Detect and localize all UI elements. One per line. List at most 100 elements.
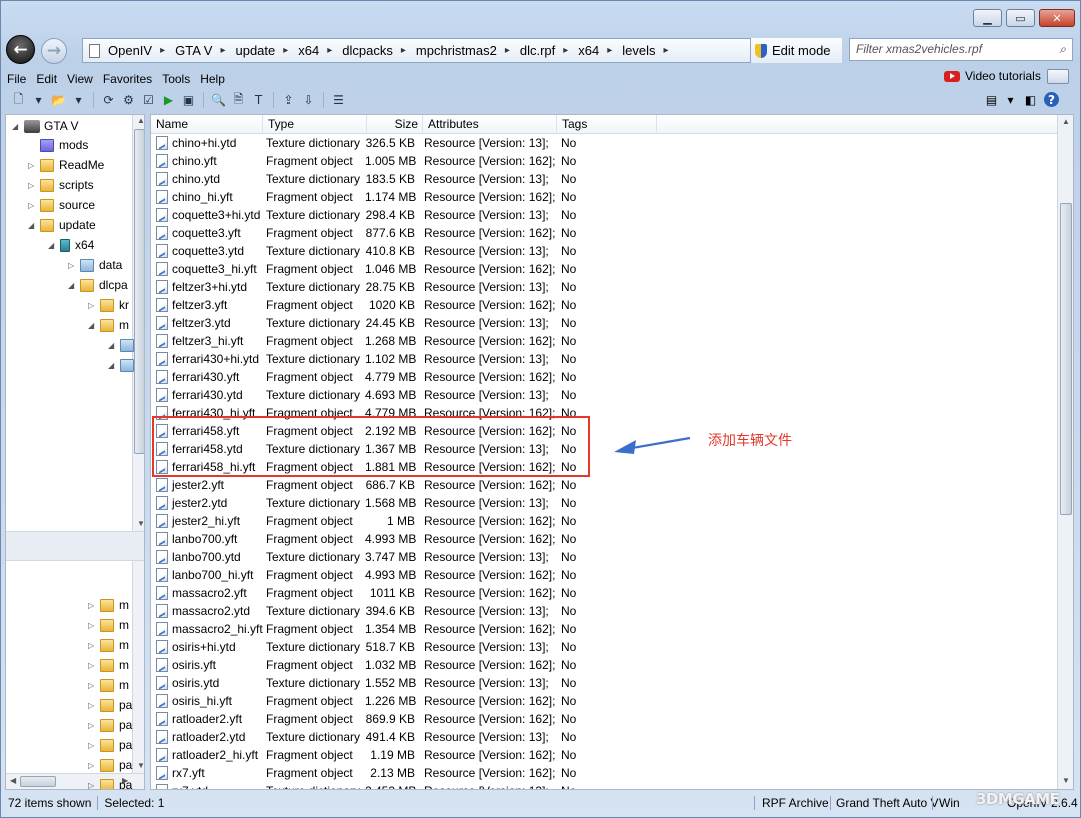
collapsed-icon[interactable]: ▷ [88, 701, 100, 710]
compact-mode-button[interactable] [1047, 69, 1069, 84]
tree-item-partial[interactable]: ◢ [108, 335, 139, 355]
column-name[interactable]: Name [151, 115, 263, 134]
table-row[interactable]: ratloader2_hi.yft Fragment object 1.19 MB R… [151, 746, 1057, 764]
tree-item[interactable]: ▷ pa [88, 715, 132, 735]
tree-item[interactable]: ▷ m [88, 655, 129, 675]
column-attributes[interactable]: Attributes [423, 115, 557, 134]
tree-item[interactable]: ▷ pa [88, 735, 132, 755]
menu-file[interactable]: File [2, 72, 31, 86]
table-row[interactable]: jester2_hi.yft Fragment object 1 MB Resourc… [151, 512, 1057, 530]
breadcrumb-chevron-icon[interactable]: ▸ [603, 45, 616, 56]
save-icon[interactable]: ▣ [180, 92, 197, 109]
filter-input[interactable]: Filter xmas2vehicles.rpf ⌕ [849, 38, 1073, 61]
expanded-icon[interactable]: ◢ [28, 221, 40, 230]
table-row[interactable]: feltzer3.ytd Texture dictionary 24.45 KB Re… [151, 314, 1057, 332]
table-row[interactable]: chino.ytd Texture dictionary 183.5 KB Resou… [151, 170, 1057, 188]
table-row[interactable]: coquette3.yft Fragment object 877.6 KB Reso… [151, 224, 1057, 242]
tree-item[interactable]: ▷ pa [88, 695, 132, 715]
breadcrumb-item[interactable]: dlcpacks [336, 43, 397, 58]
tree-item-partial[interactable]: ◢ [108, 355, 139, 375]
table-row[interactable]: feltzer3+hi.ytd Texture dictionary 28.75 K… [151, 278, 1057, 296]
tree-item[interactable]: mods [28, 135, 88, 155]
table-row[interactable]: feltzer3_hi.yft Fragment object 1.268 MB Re… [151, 332, 1057, 350]
export-icon[interactable]: ⇩ [300, 92, 317, 109]
scroll-down-icon[interactable]: ▼ [1062, 776, 1070, 785]
table-row[interactable]: chino_hi.yft Fragment object 1.174 MB Resou… [151, 188, 1057, 206]
collapsed-icon[interactable]: ▷ [68, 261, 80, 270]
list-scrollbar[interactable]: ▲ ▼ [1057, 115, 1073, 789]
text-icon[interactable]: T [250, 92, 267, 109]
collapsed-icon[interactable]: ▷ [88, 781, 100, 790]
video-tutorials-link[interactable]: Video tutorials [944, 69, 1041, 83]
breadcrumb-chevron-icon[interactable]: ▸ [216, 45, 229, 56]
tree-item[interactable]: ▷ pa [88, 755, 132, 775]
breadcrumb-chevron-icon[interactable]: ▸ [397, 45, 410, 56]
preview-pane-icon[interactable]: ◧ [1022, 91, 1039, 108]
table-row[interactable]: lanbo700_hi.yft Fragment object 4.993 MB Re… [151, 566, 1057, 584]
tree-item[interactable]: ▷ m [88, 615, 129, 635]
collapsed-icon[interactable]: ▷ [88, 621, 100, 630]
tree-scrollbar[interactable]: ▲ ▼ [132, 115, 144, 531]
column-type[interactable]: Type [263, 115, 367, 134]
table-row[interactable]: coquette3_hi.yft Fragment object 1.046 MB R… [151, 260, 1057, 278]
table-row[interactable]: rx7.ytd Texture dictionary2.453 MBResourc… [151, 782, 1057, 789]
scrollbar-thumb[interactable] [20, 776, 56, 787]
breadcrumb-chevron-icon[interactable]: ▸ [660, 45, 673, 56]
tree-item[interactable]: ▷ ReadMe [28, 155, 104, 175]
open-folder-icon[interactable]: 📂 [50, 92, 67, 109]
table-row[interactable]: ferrari430.yft Fragment object 4.779 MB Res… [151, 368, 1057, 386]
tree-item[interactable]: ◢ m [88, 315, 129, 335]
column-tags[interactable]: Tags [557, 115, 657, 134]
settings-icon[interactable]: ⚙ [120, 92, 137, 109]
table-row[interactable]: osiris_hi.yft Fragment object 1.226 MB Reso… [151, 692, 1057, 710]
import-icon[interactable]: ⇪ [280, 92, 297, 109]
menu-view[interactable]: View [62, 72, 98, 86]
tree-item[interactable]: ▷ m [88, 635, 129, 655]
collapsed-icon[interactable]: ▷ [88, 641, 100, 650]
scroll-down-icon[interactable]: ▼ [137, 761, 144, 770]
minimize-button[interactable]: ▁ [973, 9, 1002, 27]
breadcrumb-item[interactable]: update [229, 43, 279, 58]
expanded-icon[interactable]: ◢ [48, 241, 60, 250]
tree-item[interactable]: ◢ update [28, 215, 96, 235]
expanded-icon[interactable]: ◢ [108, 361, 120, 370]
breadcrumb-chevron-icon[interactable]: ▸ [156, 45, 169, 56]
table-row[interactable]: osiris.yft Fragment object 1.032 MB Resourc… [151, 656, 1057, 674]
close-button[interactable]: ✕ [1039, 9, 1075, 27]
forward-button[interactable]: → [41, 38, 67, 64]
properties-icon[interactable]: ☰ [330, 92, 347, 109]
table-row[interactable]: jester2.yft Fragment object 686.7 KB Resour… [151, 476, 1057, 494]
table-row[interactable]: massacro2.ytd Texture dictionary 394.6 KB R… [151, 602, 1057, 620]
table-row[interactable]: coquette3.ytd Texture dictionary 410.8 KB R… [151, 242, 1057, 260]
table-row[interactable]: chino+hi.ytd Texture dictionary 326.5 KB Re… [151, 134, 1057, 152]
table-row[interactable]: ferrari430.ytd Texture dictionary 4.693 MB… [151, 386, 1057, 404]
breadcrumb-item[interactable]: x64 [572, 43, 603, 58]
tree-item[interactable]: ▷ scripts [28, 175, 94, 195]
table-row[interactable]: osiris.ytd Texture dictionary 1.552 MB Reso… [151, 674, 1057, 692]
collapsed-icon[interactable]: ▷ [28, 161, 40, 170]
table-row[interactable]: massacro2.yft Fragment object 1011 KB Resou… [151, 584, 1057, 602]
collapsed-icon[interactable]: ▷ [88, 741, 100, 750]
breadcrumb-chevron-icon[interactable]: ▸ [501, 45, 514, 56]
tree-lower-scrollbar[interactable]: ▼ [132, 561, 144, 773]
table-row[interactable]: feltzer3.yft Fragment object 1020 KB Resour… [151, 296, 1057, 314]
document-icon[interactable]: 🗎 [230, 92, 247, 109]
table-row[interactable]: lanbo700.ytd Texture dictionary 3.747 MB Re… [151, 548, 1057, 566]
back-button[interactable]: ← [6, 35, 35, 64]
tree-item[interactable]: ▷ kr [88, 295, 129, 315]
collapsed-icon[interactable]: ▷ [88, 761, 100, 770]
dropdown-arrow-icon[interactable]: ▾ [30, 92, 47, 109]
collapsed-icon[interactable]: ▷ [88, 681, 100, 690]
edit-mode-button[interactable]: Edit mode [750, 38, 842, 63]
dropdown-arrow-icon[interactable]: ▾ [70, 92, 87, 109]
collapsed-icon[interactable]: ▷ [28, 201, 40, 210]
menu-edit[interactable]: Edit [31, 72, 62, 86]
table-row[interactable]: chino.yft Fragment object 1.005 MB Resource… [151, 152, 1057, 170]
breadcrumb-chevron-icon[interactable]: ▸ [559, 45, 572, 56]
search-file-icon[interactable]: 🔍 [210, 92, 227, 109]
table-row[interactable]: ratloader2.ytd Texture dictionary 491.4 KB… [151, 728, 1057, 746]
tree-item[interactable]: ▷ data [68, 255, 122, 275]
table-row[interactable]: jester2.ytd Texture dictionary 1.568 MB Res… [151, 494, 1057, 512]
view-mode-icon[interactable]: ▤ [983, 91, 1000, 108]
table-row[interactable]: lanbo700.yft Fragment object 4.993 MB Resou… [151, 530, 1057, 548]
